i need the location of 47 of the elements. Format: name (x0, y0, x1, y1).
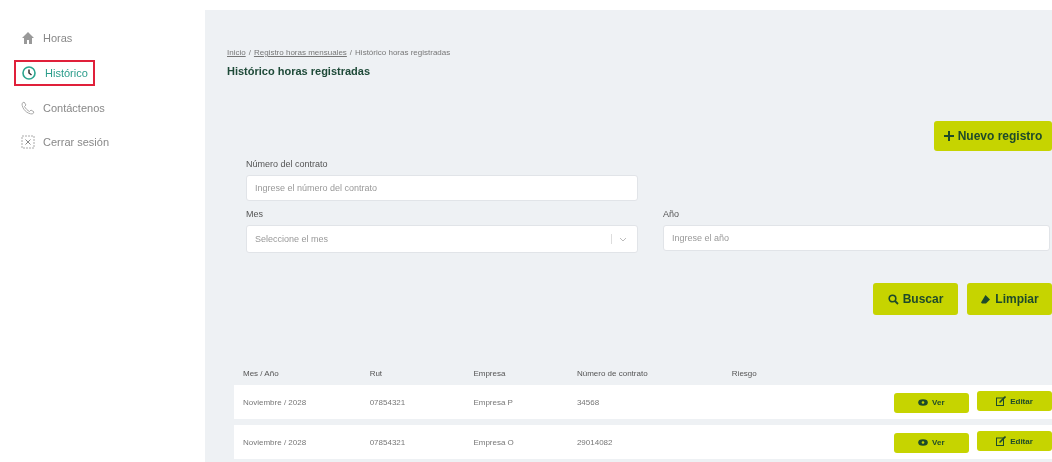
field-label: Mes (246, 209, 264, 219)
breadcrumb-link[interactable]: Registro horas mensuales (253, 48, 347, 57)
table-cell: Empresa O (473, 437, 514, 447)
page-title: Histórico horas registradas (227, 65, 372, 77)
table-cell: Noviembre / 2028 (243, 397, 307, 407)
eye-icon (918, 399, 929, 407)
chevron-down-icon (611, 234, 629, 244)
table-cell: 29014082 (576, 437, 613, 447)
field-label: Número del contrato (246, 159, 329, 169)
table-cell: Noviembre / 2028 (243, 437, 307, 447)
column-header: Empresa (473, 368, 506, 378)
breadcrumb-current: Histórico horas registradas (355, 48, 451, 57)
new-record-button[interactable]: Nuevo registro (934, 121, 1052, 151)
field-label: Año (663, 209, 680, 219)
close-box-icon (21, 135, 35, 149)
edit-button[interactable]: Editar (977, 391, 1052, 412)
clock-icon (21, 65, 37, 81)
sidebar-item[interactable]: Horas (14, 26, 80, 50)
home-icon (21, 31, 35, 45)
eraser-icon (980, 293, 992, 305)
phone-icon (21, 101, 35, 115)
input-field[interactable]: Ingrese el número del contrato (246, 175, 638, 201)
view-button[interactable]: Ver (893, 432, 969, 453)
breadcrumb-separator: / (349, 48, 353, 57)
edit-icon (996, 436, 1007, 447)
clear-button[interactable]: Limpiar (967, 283, 1052, 315)
edit-button[interactable]: Editar (977, 431, 1052, 452)
column-header: Rut (369, 368, 383, 378)
sidebar-item[interactable]: Contáctenos (14, 96, 112, 120)
sidebar-item[interactable]: Cerrar sesión (14, 130, 117, 154)
column-header: Número de contrato (576, 368, 648, 378)
breadcrumb-link[interactable]: Inicio (227, 48, 246, 57)
plus-icon (943, 131, 954, 141)
search-icon (887, 293, 899, 305)
breadcrumb-separator: / (248, 48, 251, 57)
column-header: Mes / Año (243, 368, 279, 378)
eye-icon (918, 439, 929, 447)
table-cell: Empresa P (473, 397, 513, 407)
column-header: Riesgo (731, 368, 757, 378)
table-cell: 07854321 (369, 397, 406, 407)
input-field[interactable]: Ingrese el año (663, 225, 1050, 251)
view-button[interactable]: Ver (893, 392, 969, 413)
table-cell: 34568 (576, 397, 600, 407)
search-button[interactable]: Buscar (873, 283, 958, 315)
edit-icon (996, 396, 1007, 407)
table-cell: 07854321 (369, 437, 406, 447)
sidebar-item[interactable]: Histórico (14, 60, 95, 86)
